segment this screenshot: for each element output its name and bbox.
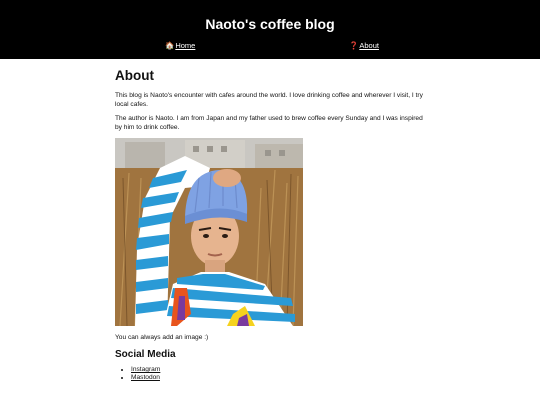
question-icon: ❓ [349, 41, 359, 50]
main-content: About This blog is Naoto's encounter wit… [115, 59, 425, 382]
intro-paragraph: This blog is Naoto's encounter with cafe… [115, 92, 423, 108]
page-title: About [115, 68, 154, 83]
list-item: Instagram [131, 366, 425, 374]
instagram-link[interactable]: Instagram [131, 366, 160, 373]
image-caption: You can always add an image :) [115, 334, 209, 342]
nav-about-link[interactable]: ❓About [349, 41, 379, 50]
nav-home-link[interactable]: 🏠Home [165, 41, 195, 50]
nav-about-label: About [359, 41, 379, 50]
home-icon: 🏠 [165, 41, 175, 50]
list-item: Mastodon [131, 374, 425, 382]
social-links-list: Instagram Mastodon [115, 366, 425, 382]
author-paragraph: The author is Naoto. I am from Japan and… [115, 115, 423, 131]
social-media-heading: Social Media [115, 348, 176, 360]
mastodon-link[interactable]: Mastodon [131, 374, 160, 381]
author-photo-illustration [115, 138, 303, 327]
nav-home-label: Home [175, 41, 196, 50]
author-photo [115, 138, 303, 327]
site-title: Naoto's coffee blog [205, 16, 335, 32]
site-header: Naoto's coffee blog 🏠Home ❓About [0, 0, 540, 59]
